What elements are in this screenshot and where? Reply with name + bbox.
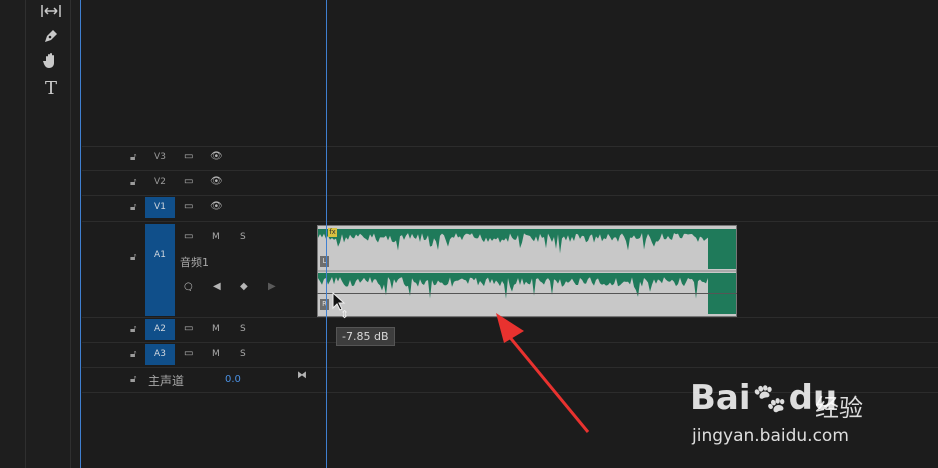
paw-icon: 🐾︎ bbox=[750, 382, 789, 417]
sync-lock-icon[interactable]: ▭ bbox=[184, 323, 193, 334]
lock-icon[interactable]: 🔓︎ bbox=[130, 177, 136, 188]
eye-icon[interactable]: 👁︎ bbox=[210, 151, 223, 162]
sync-lock-icon[interactable]: ▭ bbox=[184, 151, 193, 162]
waveform-shape bbox=[318, 229, 708, 254]
row-divider bbox=[82, 195, 938, 196]
track-v1-label[interactable]: V1 bbox=[145, 197, 175, 218]
annotation-arrow-icon bbox=[496, 313, 590, 433]
master-track-label: 主声道 bbox=[148, 374, 185, 388]
mute-button[interactable]: M bbox=[212, 349, 220, 359]
mute-button[interactable]: M bbox=[212, 324, 220, 334]
left-channel-label: L bbox=[320, 256, 329, 267]
lock-icon[interactable]: 🔓︎ bbox=[130, 349, 136, 360]
track-a2-label[interactable]: A2 bbox=[145, 319, 175, 340]
panel-divider bbox=[25, 0, 26, 468]
previous-keyframe-icon[interactable]: ◀ bbox=[213, 281, 221, 292]
lock-icon[interactable]: 🔓︎ bbox=[130, 152, 136, 163]
track-select-tool-icon[interactable] bbox=[38, 0, 64, 22]
sync-lock-icon[interactable]: ▭ bbox=[184, 348, 193, 359]
go-to-in-out-icon[interactable]: ⧓ bbox=[297, 370, 307, 381]
solo-button[interactable]: S bbox=[240, 232, 246, 242]
sync-lock-icon[interactable]: ▭ bbox=[184, 231, 193, 242]
lock-icon[interactable]: 🔓︎ bbox=[130, 374, 136, 385]
row-divider bbox=[82, 170, 938, 171]
panel-edge-line bbox=[80, 0, 81, 468]
next-keyframe-icon[interactable]: ▶ bbox=[268, 281, 276, 292]
baidu-watermark: Bai🐾︎du 经验 jingyan.baidu.com bbox=[690, 360, 890, 450]
master-volume-value[interactable]: 0.0 bbox=[225, 374, 241, 385]
audio-clip[interactable] bbox=[317, 225, 737, 317]
waveform-shape bbox=[318, 273, 708, 299]
track-a1-target[interactable] bbox=[145, 224, 175, 316]
row-divider bbox=[82, 221, 938, 222]
watermark-url: jingyan.baidu.com bbox=[692, 426, 849, 446]
mute-button[interactable]: M bbox=[212, 232, 220, 242]
track-a3-label[interactable]: A3 bbox=[145, 344, 175, 365]
resize-cursor-icon: ⇕ bbox=[340, 308, 350, 321]
hand-tool-icon[interactable] bbox=[38, 50, 64, 72]
track-a1-label: A1 bbox=[154, 250, 166, 260]
playhead[interactable] bbox=[326, 0, 327, 468]
solo-button[interactable]: S bbox=[240, 349, 246, 359]
right-channel-label: R bbox=[320, 299, 329, 310]
type-tool-icon[interactable]: T bbox=[38, 77, 64, 99]
watermark-brand: Bai bbox=[690, 378, 751, 418]
waveform-tail bbox=[708, 229, 736, 269]
eye-icon[interactable]: 👁︎ bbox=[210, 201, 223, 212]
track-v2-label[interactable]: V2 bbox=[145, 172, 175, 193]
panel-divider bbox=[70, 0, 71, 468]
lock-icon[interactable]: 🔓︎ bbox=[130, 324, 136, 335]
solo-button[interactable]: S bbox=[240, 324, 246, 334]
lock-icon[interactable]: 🔓︎ bbox=[130, 252, 136, 263]
volume-rubber-band[interactable] bbox=[317, 293, 737, 294]
volume-tooltip: -7.85 dB bbox=[336, 327, 395, 346]
add-keyframe-icon[interactable]: ◆ bbox=[240, 281, 248, 292]
fx-badge: fx bbox=[328, 228, 337, 237]
pen-tool-icon[interactable] bbox=[38, 25, 64, 47]
eye-icon[interactable]: 👁︎ bbox=[210, 176, 223, 187]
watermark-cn: 经验 bbox=[815, 394, 863, 422]
track-v3-label[interactable]: V3 bbox=[145, 147, 175, 168]
keyframe-toggle-icon[interactable]: ○̣ bbox=[184, 281, 193, 292]
row-divider bbox=[82, 146, 938, 147]
sync-lock-icon[interactable]: ▭ bbox=[184, 176, 193, 187]
sync-lock-icon[interactable]: ▭ bbox=[184, 201, 193, 212]
lock-icon[interactable]: 🔓︎ bbox=[130, 202, 136, 213]
track-a1-name: 音频1 bbox=[180, 256, 209, 269]
